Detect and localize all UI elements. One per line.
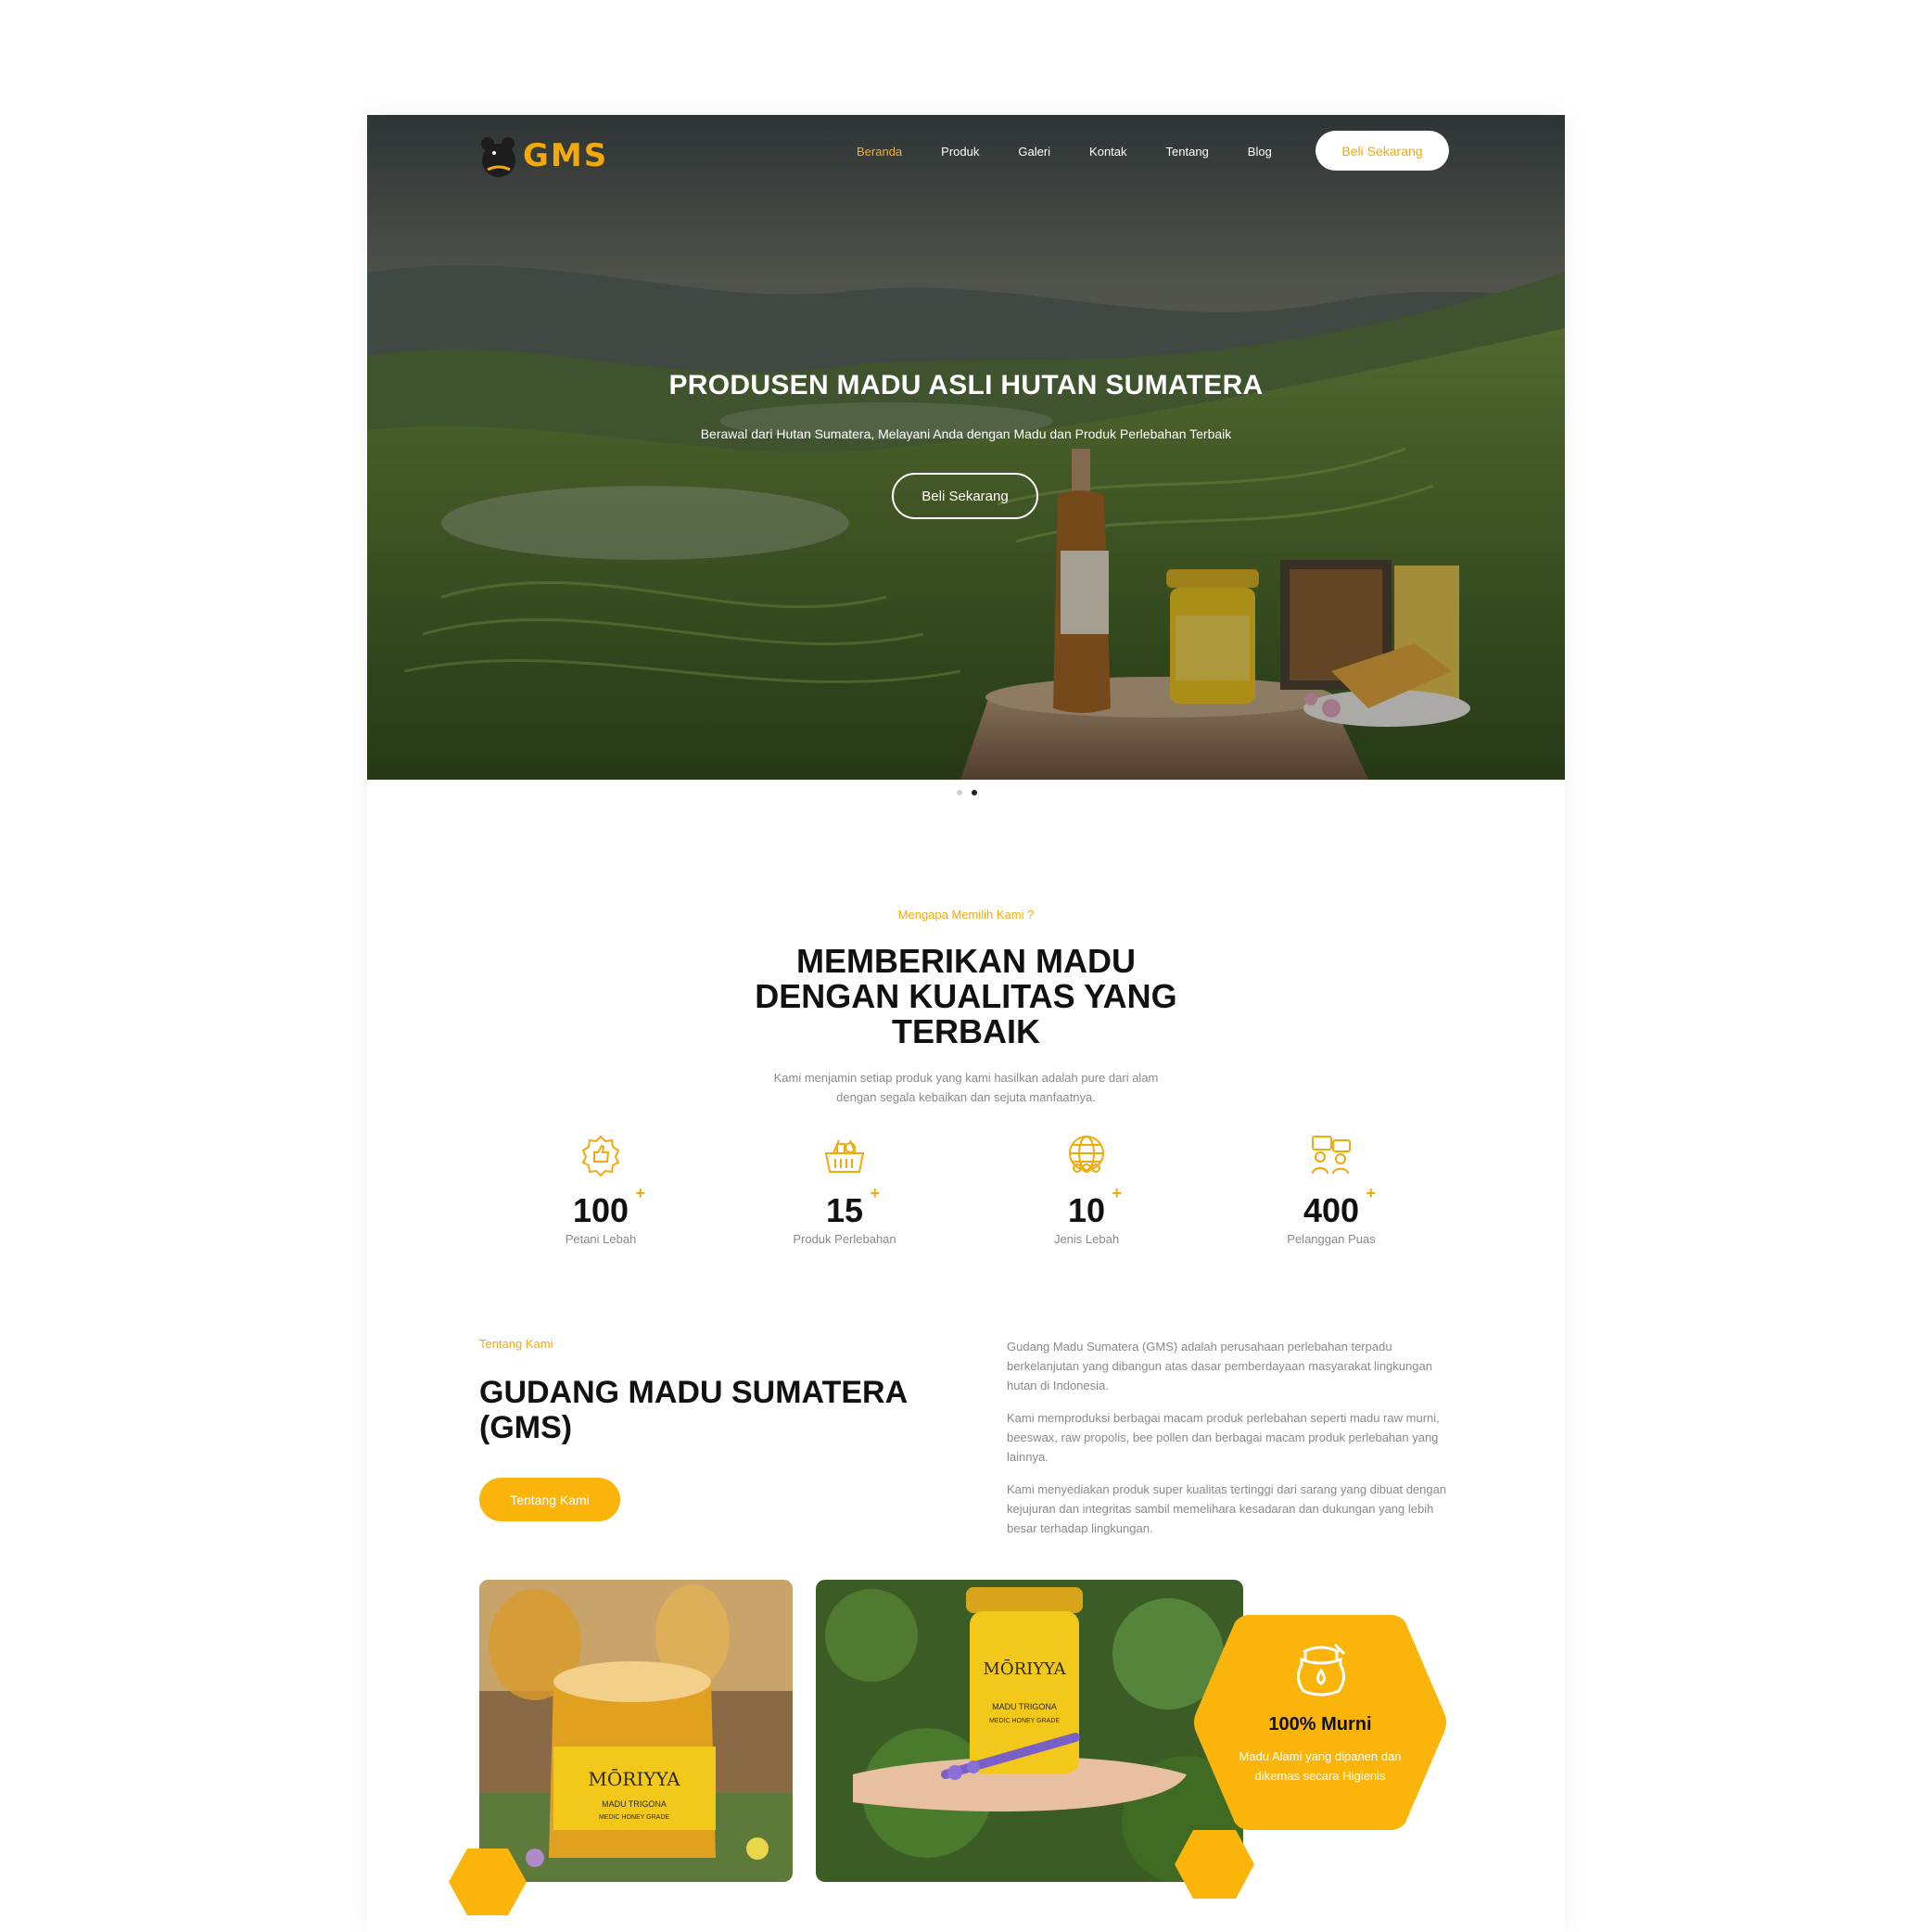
decorative-hexagon (1175, 1830, 1254, 1899)
svg-text:MEDIC HONEY GRADE: MEDIC HONEY GRADE (989, 1718, 1060, 1724)
svg-text:MŌRIYYA: MŌRIYYA (983, 1658, 1066, 1679)
badge-title: 100% Murni (1268, 1714, 1372, 1735)
stat-value: 10 + (1067, 1184, 1123, 1229)
purity-feature-badge: 100% Murni Madu Alami yang dipanen dan d… (1192, 1611, 1448, 1834)
svg-text:MADU TRIGONA: MADU TRIGONA (992, 1702, 1057, 1711)
nav-buy-now-button[interactable]: Beli Sekarang (1316, 131, 1449, 171)
stat-jenis-lebah: 10 + Jenis Lebah (994, 1133, 1179, 1246)
stat-pelanggan-puas: 400 + Pelanggan Puas (1239, 1133, 1424, 1246)
page-card: GMS Beranda Produk Galeri Kontak Tentang… (367, 115, 1565, 1932)
stat-petani-lebah: 100 + Petani Lebah (508, 1133, 693, 1246)
hero-banner: GMS Beranda Produk Galeri Kontak Tentang… (367, 115, 1565, 780)
award-badge-icon (581, 1135, 620, 1177)
svg-text:MADU TRIGONA: MADU TRIGONA (602, 1799, 667, 1809)
about-text: Gudang Madu Sumatera (GMS) adalah perusa… (1007, 1337, 1452, 1551)
nav-item-produk[interactable]: Produk (941, 145, 979, 159)
stat-value: 15 + (825, 1184, 881, 1229)
hero-title: PRODUSEN MADU ASLI HUTAN SUMATERA (668, 370, 1264, 400)
nav-item-galeri[interactable]: Galeri (1018, 145, 1050, 159)
stat-value: 400 + (1303, 1184, 1377, 1229)
stat-value: 100 + (572, 1184, 646, 1229)
honey-pot-icon (1297, 1643, 1346, 1697)
carousel-dot-1[interactable] (957, 790, 962, 795)
top-navigation: GMS Beranda Produk Galeri Kontak Tentang… (367, 115, 1565, 189)
why-title: MEMBERIKAN MADU DENGAN KUALITAS YANG TER… (367, 944, 1565, 1049)
svg-text:MEDIC HONEY GRADE: MEDIC HONEY GRADE (599, 1814, 669, 1821)
about-paragraph: Gudang Madu Sumatera (GMS) adalah perusa… (1007, 1340, 1432, 1392)
why-desc-line-1: Kami menjamin setiap produk yang kami ha… (773, 1071, 1159, 1085)
stat-label: Petani Lebah (565, 1232, 637, 1246)
why-title-line-2: DENGAN KUALITAS YANG (755, 977, 1177, 1015)
stat-label: Pelanggan Puas (1287, 1232, 1376, 1246)
why-title-line-1: MEMBERIKAN MADU (796, 942, 1136, 980)
about-paragraph: Kami menyediakan produk super kualitas t… (1007, 1482, 1447, 1535)
stat-label: Produk Perlebahan (793, 1232, 896, 1246)
bear-logo-icon (481, 137, 515, 177)
nav-item-beranda[interactable]: Beranda (857, 145, 902, 159)
honey-jar-photo: MŌRIYYA MADU TRIGONA MEDIC HONEY GRADE (479, 1580, 793, 1882)
nav-menu: Beranda Produk Galeri Kontak Tentang Blo… (857, 145, 1272, 159)
about-us-button[interactable]: Tentang Kami (479, 1478, 620, 1521)
svg-text:MŌRIYYA: MŌRIYYA (588, 1768, 680, 1790)
carousel-dots (957, 790, 977, 795)
decorative-hexagon (449, 1849, 527, 1915)
hero-subtitle: Berawal dari Hutan Sumatera, Melayani An… (700, 426, 1232, 441)
why-description: Kami menjamin setiap produk yang kami ha… (734, 1068, 1198, 1107)
globe-people-icon (1069, 1136, 1104, 1173)
site-logo[interactable]: GMS (478, 132, 610, 180)
basket-icon (824, 1139, 865, 1173)
why-eyebrow: Mengapa Memilih Kami ? (897, 908, 1035, 922)
about-eyebrow: Tentang Kami (479, 1337, 553, 1351)
badge-description: Madu Alami yang dipanen dan dikemas seca… (1239, 1749, 1402, 1783)
why-title-line-3: TERBAIK (892, 1012, 1040, 1050)
nav-item-blog[interactable]: Blog (1248, 145, 1272, 159)
hero-overlay (367, 115, 1565, 780)
about-title-line-2: (GMS) (479, 1410, 573, 1445)
about-title: GUDANG MADU SUMATERA (GMS) (479, 1375, 943, 1445)
nav-item-tentang[interactable]: Tentang (1166, 145, 1209, 159)
about-title-line-1: GUDANG MADU SUMATERA (479, 1375, 909, 1410)
nav-item-kontak[interactable]: Kontak (1089, 145, 1126, 159)
logo-text: GMS (523, 137, 609, 174)
about-paragraph: Kami memproduksi berbagai macam produk p… (1007, 1411, 1440, 1464)
hero-buy-now-button[interactable]: Beli Sekarang (892, 473, 1038, 519)
stat-produk-perlebahan: 15 + Produk Perlebahan (752, 1133, 937, 1246)
why-desc-line-2: dengan segala kebaikan dan sejuta manfaa… (836, 1090, 1096, 1104)
stat-label: Jenis Lebah (1053, 1232, 1120, 1246)
customers-chat-icon (1312, 1136, 1351, 1175)
carousel-dot-2[interactable] (972, 790, 977, 795)
